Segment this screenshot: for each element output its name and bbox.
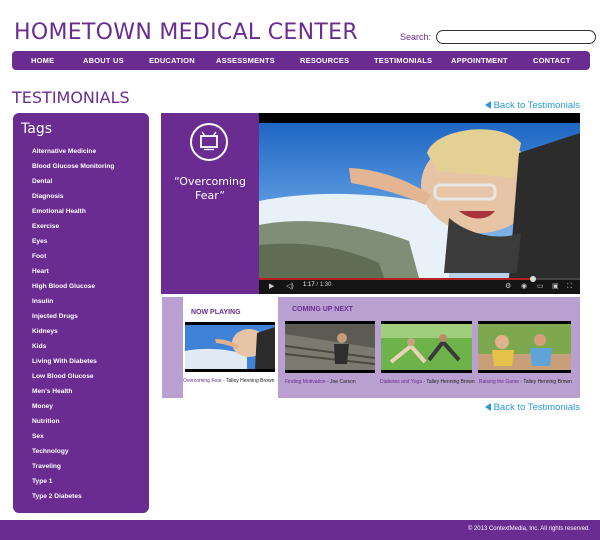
tag-item[interactable]: Money [32, 402, 114, 417]
site-title: HOMETOWN MEDICAL CENTER [14, 20, 358, 45]
tag-item[interactable]: Insulin [32, 297, 114, 312]
nav-item-contact[interactable]: CONTACT [533, 51, 571, 70]
video-info-panel: “Overcoming Fear” [161, 113, 259, 294]
search-label: Search: [400, 32, 432, 42]
up-next-thumbnail-2[interactable] [381, 321, 472, 373]
tag-item[interactable]: Foot [32, 252, 114, 267]
settings-icon[interactable]: ⚙ [505, 283, 511, 291]
tag-item[interactable]: Technology [32, 447, 114, 462]
tags-heading: Tags [21, 121, 52, 137]
tag-item[interactable]: Living With Diabetes [32, 357, 114, 372]
up-next-caption-3[interactable]: Raising the Game - Talley Henning Brown [479, 379, 572, 385]
video-player-card: “Overcoming Fear” ▶ ◁) 1:17 / 1:30 ⚙ ◉ ▭… [161, 113, 580, 294]
coming-up-next-heading: COMING UP NEXT [292, 306, 353, 313]
tag-item[interactable]: Alternative Medicine [32, 147, 114, 162]
tag-item[interactable]: Traveling [32, 462, 114, 477]
tags-sidebar: Tags Alternative Medicine Blood Glucose … [13, 113, 149, 513]
video-progress-knob[interactable] [530, 276, 537, 282]
theater-icon[interactable]: ▣ [552, 283, 559, 291]
tag-item[interactable]: Type 2 Diabetes [32, 492, 114, 507]
page-title: TESTIMONIALS [12, 88, 130, 107]
nav-item-home[interactable]: HOME [31, 51, 54, 70]
up-next-caption-1[interactable]: Finding Motivation - Joe Carson [285, 379, 356, 385]
tag-item[interactable]: Nutrition [32, 417, 114, 432]
video-title: “Overcoming Fear” [173, 175, 247, 202]
back-to-testimonials-link-top[interactable]: Back to Testimonials [484, 100, 580, 111]
up-next-caption-2[interactable]: Diabetes and Yoga - Talley Henning Brown [380, 379, 475, 385]
search-input[interactable] [436, 30, 597, 44]
tag-item[interactable]: Emotional Health [32, 207, 114, 222]
tag-item[interactable]: Dental [32, 177, 114, 192]
tv-icon [190, 123, 228, 161]
back-link-label: Back to Testimonials [493, 100, 580, 111]
miniplayer-icon[interactable]: ▭ [537, 283, 544, 291]
main-nav: HOME ABOUT US EDUCATION ASSESSMENTS RESO… [12, 51, 590, 70]
current-time: 1:17 [303, 282, 315, 288]
tag-item[interactable]: Injected Drugs [32, 312, 114, 327]
now-playing-heading: NOW PLAYING [191, 309, 241, 316]
video-time: 1:17 / 1:30 [303, 282, 332, 288]
nav-item-testimonials[interactable]: TESTIMONIALS [374, 51, 432, 70]
nav-item-about-us[interactable]: ABOUT US [83, 51, 124, 70]
tag-item[interactable]: Diagnosis [32, 192, 114, 207]
tag-item[interactable]: Low Blood Glucose [32, 372, 114, 387]
nav-item-assessments[interactable]: ASSESSMENTS [216, 51, 275, 70]
play-icon[interactable]: ▶ [269, 283, 274, 291]
tag-item[interactable]: High Blood Glucose [32, 282, 114, 297]
tag-item[interactable]: Exercise [32, 222, 114, 237]
back-to-testimonials-link-bottom[interactable]: Back to Testimonials [484, 402, 580, 413]
nav-item-resources[interactable]: RESOURCES [300, 51, 349, 70]
tag-item[interactable]: Eyes [32, 237, 114, 252]
search-area: Search: [400, 30, 597, 44]
back-arrow-icon [484, 403, 491, 411]
up-next-thumbnail-3[interactable] [478, 321, 571, 373]
footer: © 2013 ContextMedia, Inc. All rights res… [0, 520, 600, 540]
tag-item[interactable]: Type 1 [32, 477, 114, 492]
now-playing-column: NOW PLAYING Overcoming Fear - Talley Hen… [183, 297, 278, 398]
tag-item[interactable]: Kidneys [32, 327, 114, 342]
duration: 1:30 [319, 282, 332, 288]
tag-item[interactable]: Kids [32, 342, 114, 357]
playlist-panel: NOW PLAYING Overcoming Fear - Talley Hen… [162, 297, 580, 398]
back-arrow-icon [484, 101, 491, 109]
tag-item[interactable]: Sex [32, 432, 114, 447]
video-progress-fill [259, 278, 534, 280]
video-progress-bar[interactable] [259, 276, 580, 282]
now-playing-thumbnail[interactable] [185, 322, 275, 372]
now-playing-caption[interactable]: Overcoming Fear - Talley Henning Brown [183, 378, 274, 384]
video-screen[interactable] [259, 123, 580, 278]
tag-item[interactable]: Men's Health [32, 387, 114, 402]
video-controls: ▶ ◁) 1:17 / 1:30 ⚙ ◉ ▭ ▣ ⛶ [259, 276, 580, 294]
captions-icon[interactable]: ◉ [521, 283, 527, 291]
copyright-text: © 2013 ContextMedia, Inc. All rights res… [467, 526, 590, 532]
up-next-thumbnail-1[interactable] [285, 321, 375, 373]
back-link-label: Back to Testimonials [493, 402, 580, 413]
tag-item[interactable]: Blood Glucose Monitoring [32, 162, 114, 177]
tag-list: Alternative Medicine Blood Glucose Monit… [32, 147, 114, 507]
nav-item-appointment[interactable]: APPOINTMENT [451, 51, 508, 70]
tag-item[interactable]: Heart [32, 267, 114, 282]
nav-item-education[interactable]: EDUCATION [149, 51, 195, 70]
volume-icon[interactable]: ◁) [286, 283, 294, 291]
fullscreen-icon[interactable]: ⛶ [567, 283, 572, 291]
